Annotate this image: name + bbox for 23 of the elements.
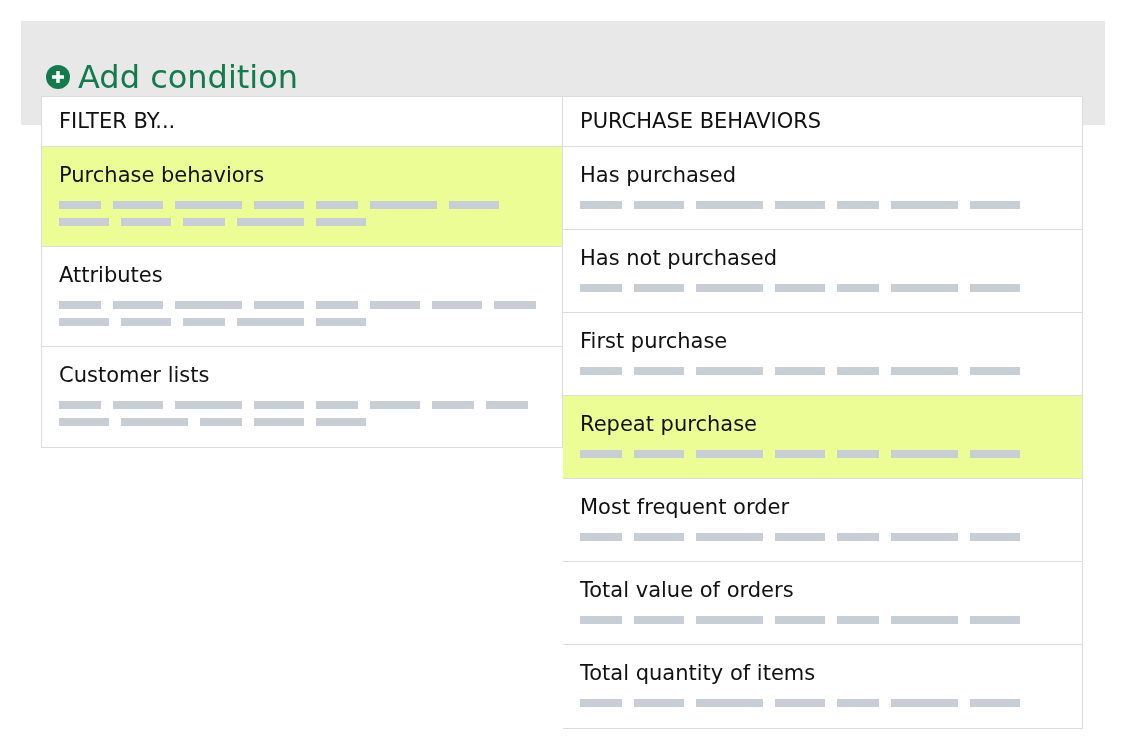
menu-item[interactable]: Has not purchased bbox=[563, 230, 1082, 313]
menu-item[interactable]: Has purchased bbox=[563, 147, 1082, 230]
menu-header: PURCHASE BEHAVIORS bbox=[580, 107, 822, 135]
item-title: Has not purchased bbox=[580, 245, 778, 272]
item-title: First purchase bbox=[580, 328, 728, 355]
item-title: Customer lists bbox=[59, 362, 210, 389]
item-title: Total quantity of items bbox=[580, 660, 816, 687]
item-title: Purchase behaviors bbox=[59, 162, 265, 189]
menu-item[interactable]: Customer lists bbox=[42, 347, 562, 447]
menu-item[interactable]: Total quantity of items bbox=[563, 645, 1082, 728]
item-title: Attributes bbox=[59, 262, 163, 289]
item-title: Repeat purchase bbox=[580, 411, 757, 438]
item-title: Most frequent order bbox=[580, 494, 790, 521]
add-condition-button[interactable]: Add condition bbox=[46, 61, 299, 93]
menu-item[interactable]: Total value of orders bbox=[563, 562, 1082, 645]
menu-item[interactable]: Most frequent order bbox=[563, 479, 1082, 562]
item-title: Has purchased bbox=[580, 162, 736, 189]
item-title: Total value of orders bbox=[580, 577, 794, 604]
menu-item[interactable]: Repeat purchase bbox=[563, 396, 1082, 479]
plus-circle-icon bbox=[46, 65, 70, 89]
menu-item[interactable]: Purchase behaviors bbox=[42, 147, 562, 247]
menu-header: FILTER BY... bbox=[59, 107, 176, 135]
menu-item[interactable]: Attributes bbox=[42, 247, 562, 347]
